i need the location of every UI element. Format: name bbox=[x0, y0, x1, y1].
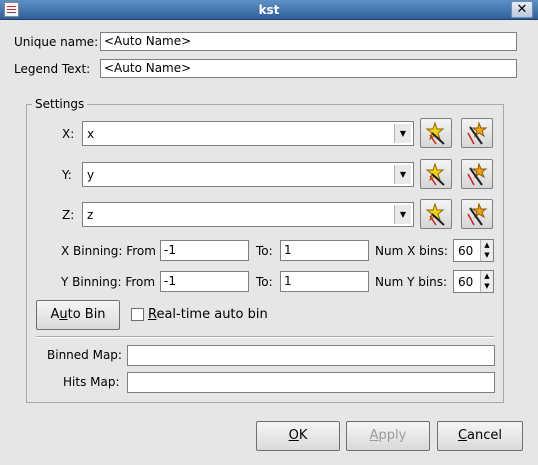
new-x-vector-button[interactable] bbox=[420, 118, 452, 148]
chevron-down-icon[interactable]: ▼ bbox=[394, 205, 411, 224]
x-bins-spinbox[interactable]: 60 ▲ ▼ bbox=[453, 239, 494, 262]
close-icon[interactable]: ✕ bbox=[511, 1, 533, 18]
y-binning-from-input[interactable]: -1 bbox=[160, 271, 249, 292]
y-binning-to-label: To: bbox=[256, 275, 273, 289]
y-vector-select[interactable]: y ▼ bbox=[82, 162, 414, 187]
cancel-label-mnemonic: C bbox=[457, 428, 468, 443]
y-vector-value: y bbox=[87, 168, 95, 182]
ok-label-post: K bbox=[298, 428, 308, 443]
cancel-label-post: ancel bbox=[467, 428, 503, 443]
y-binning-label: Y Binning: From bbox=[61, 275, 156, 289]
chevron-down-icon[interactable]: ▼ bbox=[394, 124, 411, 143]
window-title: kst bbox=[258, 3, 280, 17]
x-bins-value: 60 bbox=[458, 244, 474, 258]
new-vector-wand-icon bbox=[425, 162, 445, 186]
x-vector-value: x bbox=[87, 127, 95, 141]
realtime-auto-bin-checkbox[interactable] bbox=[131, 308, 144, 321]
edit-z-vector-button[interactable] bbox=[461, 199, 493, 229]
unique-name-input[interactable]: <Auto Name> bbox=[100, 32, 517, 51]
unique-name-label: Unique name: bbox=[14, 35, 99, 49]
x-binning-to-label: To: bbox=[256, 244, 273, 258]
edit-vector-wand-icon bbox=[467, 121, 488, 145]
ok-label-mnemonic: O bbox=[288, 428, 299, 443]
realtime-label-post: eal-time auto bin bbox=[156, 307, 268, 322]
realtime-auto-bin-label[interactable]: Real-time auto bin bbox=[148, 306, 268, 324]
y-bins-label: Num Y bins: bbox=[375, 275, 448, 289]
x-binning-from-input[interactable]: -1 bbox=[160, 240, 249, 261]
z-label: Z: bbox=[62, 208, 75, 222]
apply-label-mnemonic: A bbox=[369, 428, 379, 443]
x-bins-label: Num X bins: bbox=[375, 244, 448, 258]
apply-button[interactable]: Apply bbox=[346, 421, 430, 451]
chevron-down-icon[interactable]: ▼ bbox=[394, 165, 411, 184]
edit-y-vector-button[interactable] bbox=[461, 159, 493, 189]
settings-group-title: Settings bbox=[32, 96, 88, 112]
edit-vector-wand-icon bbox=[467, 202, 488, 226]
binned-map-input[interactable] bbox=[127, 345, 495, 366]
y-binning-to-input[interactable]: 1 bbox=[280, 271, 369, 292]
hits-map-input[interactable] bbox=[127, 372, 495, 393]
legend-text-label: Legend Text: bbox=[14, 62, 91, 76]
edit-vector-wand-icon bbox=[467, 162, 488, 186]
edit-x-vector-button[interactable] bbox=[461, 118, 493, 148]
auto-bin-label-pre: A bbox=[50, 307, 60, 322]
new-z-vector-button[interactable] bbox=[420, 199, 452, 229]
apply-label-post: pply bbox=[378, 428, 407, 443]
x-binning-to-input[interactable]: 1 bbox=[280, 240, 369, 261]
x-binning-label: X Binning: From bbox=[61, 244, 156, 258]
y-label: Y: bbox=[62, 168, 72, 182]
auto-bin-label-mnemonic: u bbox=[59, 307, 68, 322]
new-vector-wand-icon bbox=[425, 121, 445, 145]
z-vector-select[interactable]: z ▼ bbox=[82, 202, 414, 227]
binned-map-label: Binned Map: bbox=[47, 348, 122, 362]
auto-bin-label-post: to Bin bbox=[67, 307, 106, 322]
legend-text-input[interactable]: <Auto Name> bbox=[100, 59, 517, 78]
y-bins-spinbox[interactable]: 60 ▲ ▼ bbox=[453, 270, 494, 293]
z-vector-value: z bbox=[87, 208, 94, 222]
separator bbox=[36, 336, 494, 338]
new-y-vector-button[interactable] bbox=[420, 159, 452, 189]
x-label: X: bbox=[62, 127, 75, 141]
cancel-button[interactable]: Cancel bbox=[437, 421, 523, 451]
x-vector-select[interactable]: x ▼ bbox=[82, 121, 414, 146]
ok-button[interactable]: OK bbox=[256, 421, 340, 451]
hits-map-label: Hits Map: bbox=[63, 375, 120, 389]
y-bins-value: 60 bbox=[458, 275, 474, 289]
auto-bin-button[interactable]: Auto Bin bbox=[36, 300, 120, 330]
spin-arrows-icon[interactable]: ▲ ▼ bbox=[480, 271, 493, 292]
new-vector-wand-icon bbox=[425, 202, 445, 226]
spin-arrows-icon[interactable]: ▲ ▼ bbox=[480, 240, 493, 261]
